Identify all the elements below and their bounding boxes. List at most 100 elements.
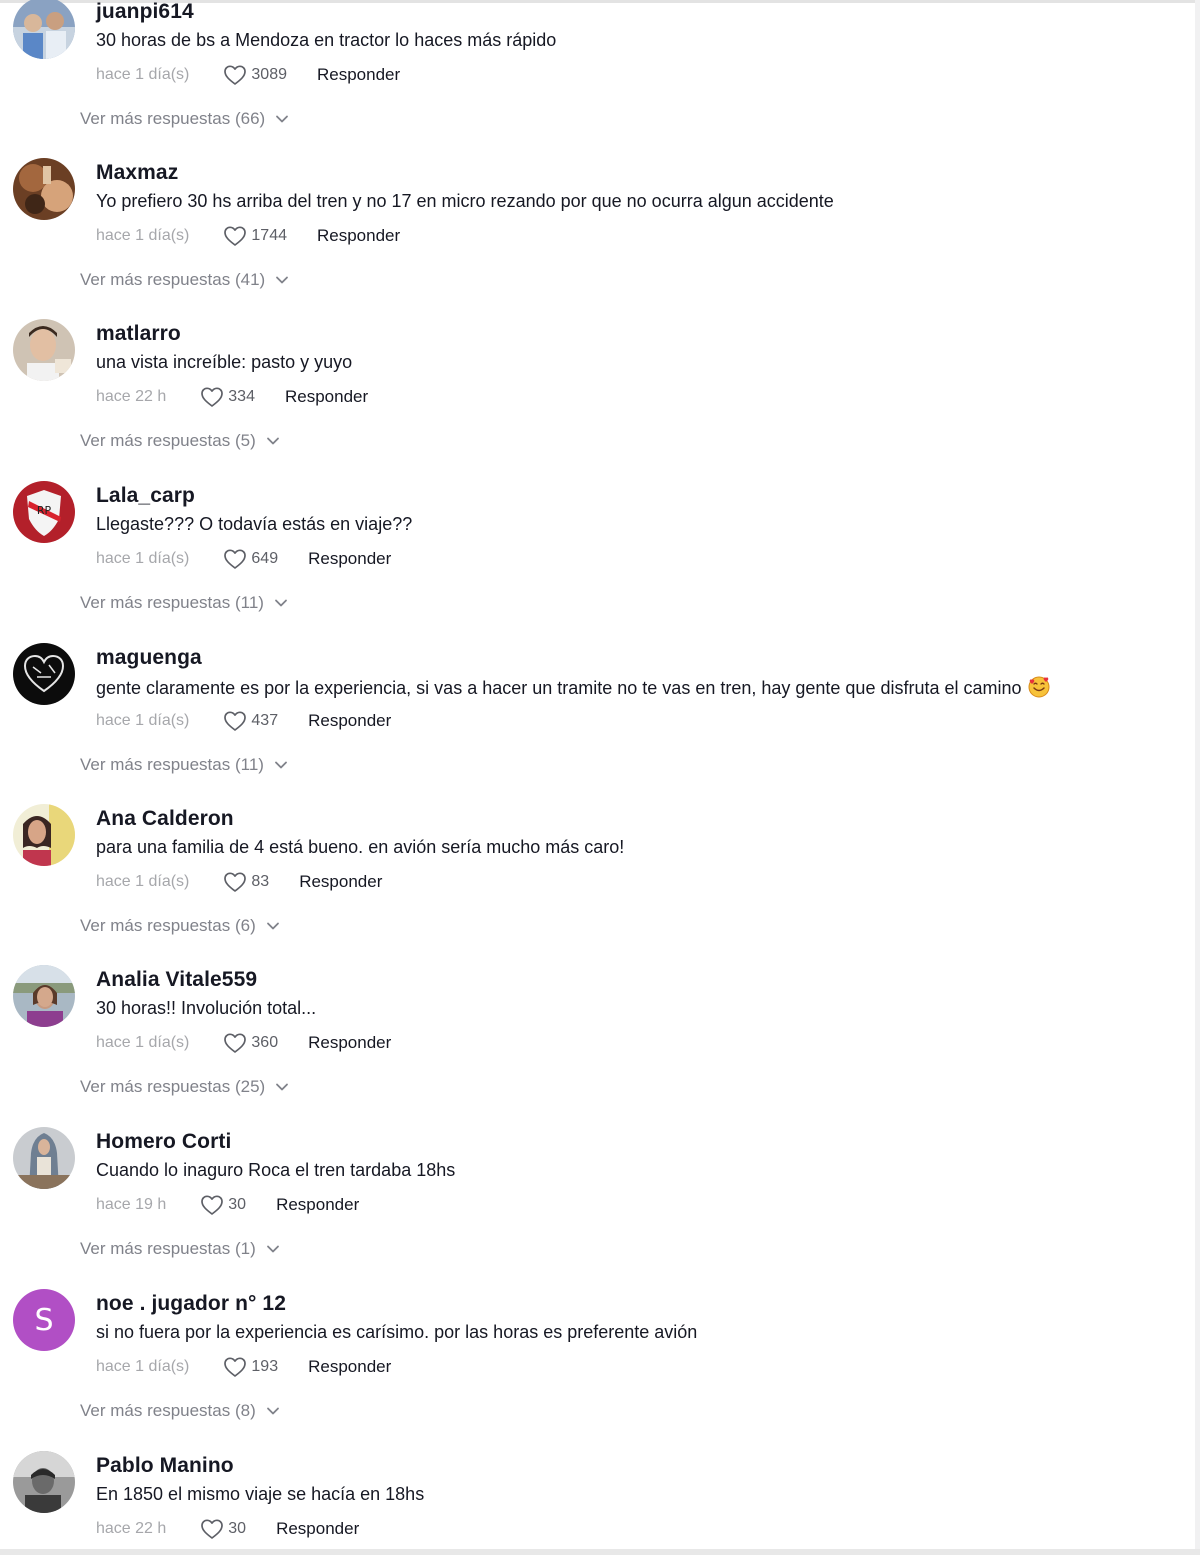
view-more-replies[interactable]: Ver más respuestas (5): [80, 431, 280, 451]
view-more-label: Ver más respuestas (25): [80, 1077, 266, 1096]
comment-text-content: gente claramente es por la experiencia, …: [96, 678, 1022, 698]
comment-username[interactable]: Pablo Manino: [96, 1454, 234, 1478]
like-count: 30: [228, 1196, 247, 1213]
avatar-image: RP: [13, 481, 75, 543]
reply-button[interactable]: Responder: [299, 872, 382, 892]
avatar-image: [13, 643, 75, 705]
like-count: 334: [228, 388, 255, 405]
reply-button[interactable]: Responder: [276, 1195, 359, 1215]
comment-item: Maxmaz Yo prefiero 30 hs arriba del tren…: [0, 158, 1195, 320]
like-button[interactable]: 437: [223, 710, 278, 732]
avatar[interactable]: [13, 804, 75, 866]
comment-meta: hace 1 día(s) 360 Responder: [96, 1031, 391, 1055]
reply-button[interactable]: Responder: [276, 1519, 359, 1539]
comment-username[interactable]: Maxmaz: [96, 161, 178, 185]
like-button[interactable]: 649: [223, 548, 278, 570]
comment-username[interactable]: matlarro: [96, 322, 181, 346]
chevron-down-icon: [276, 115, 289, 123]
reply-button[interactable]: Responder: [317, 65, 400, 85]
comment-username[interactable]: Lala_carp: [96, 484, 195, 508]
reply-button[interactable]: Responder: [308, 1033, 391, 1053]
comment-item: RP Lala_carp Llegaste??? O todavía estás…: [0, 481, 1195, 643]
avatar[interactable]: [13, 158, 75, 220]
heart-icon: [201, 1195, 224, 1215]
avatar[interactable]: S: [13, 1289, 75, 1351]
view-more-label: Ver más respuestas (5): [80, 431, 256, 450]
heart-icon: [224, 1357, 247, 1377]
avatar[interactable]: [13, 319, 75, 381]
view-more-label: Ver más respuestas (8): [80, 1401, 256, 1420]
comment-meta: hace 1 día(s) 3089 Responder: [96, 63, 400, 87]
view-more-replies[interactable]: Ver más respuestas (11): [80, 755, 288, 775]
avatar[interactable]: [13, 1451, 75, 1513]
reply-button[interactable]: Responder: [308, 711, 391, 731]
comment-timestamp: hace 1 día(s): [96, 550, 190, 567]
comment-text: 30 horas de bs a Mendoza en tractor lo h…: [96, 30, 557, 50]
view-more-replies[interactable]: Ver más respuestas (25): [80, 1077, 289, 1097]
like-count: 193: [251, 1358, 279, 1375]
like-button[interactable]: 334: [200, 386, 255, 408]
svg-text:RP: RP: [37, 504, 52, 517]
avatar[interactable]: [13, 965, 75, 1027]
comment-item: S noe . jugador n° 12 si no fuera por la…: [0, 1289, 1195, 1451]
like-count: 30: [228, 1520, 247, 1537]
like-button[interactable]: 3089: [223, 64, 287, 86]
view-more-replies[interactable]: Ver más respuestas (41): [80, 270, 289, 290]
like-count: 437: [251, 712, 279, 729]
heart-icon: [224, 1033, 247, 1053]
comment-text: Llegaste??? O todavía estás en viaje??: [96, 514, 413, 534]
view-more-replies[interactable]: Ver más respuestas (11): [80, 593, 288, 613]
like-count: 83: [251, 873, 270, 890]
comment-username[interactable]: Analia Vitale559: [96, 968, 257, 992]
avatar[interactable]: RP: [13, 481, 75, 543]
chevron-down-icon: [275, 599, 287, 607]
like-button[interactable]: 83: [223, 871, 269, 893]
comment-username[interactable]: Homero Corti: [96, 1130, 231, 1154]
comment-item: juanpi614 30 horas de bs a Mendoza en tr…: [0, 0, 1195, 159]
comment-text: En 1850 el mismo viaje se hacía en 18hs: [96, 1484, 425, 1504]
heart-icon: [224, 226, 247, 246]
comment-timestamp: hace 22 h: [96, 1520, 167, 1537]
avatar-image: [13, 1451, 75, 1513]
chevron-down-icon: [266, 1245, 279, 1253]
like-button[interactable]: 1744: [223, 225, 287, 247]
comment-timestamp: hace 1 día(s): [96, 66, 190, 83]
comment-item: matlarro una vista increíble: pasto y yu…: [0, 319, 1195, 481]
like-button[interactable]: 30: [200, 1518, 246, 1540]
comment-username[interactable]: juanpi614: [96, 0, 194, 24]
reply-button[interactable]: Responder: [308, 549, 391, 569]
avatar-image: [13, 158, 75, 220]
comment-username[interactable]: maguenga: [96, 646, 202, 670]
view-more-replies[interactable]: Ver más respuestas (6): [80, 916, 280, 936]
like-count: 360: [251, 1034, 279, 1051]
avatar-image: [13, 319, 75, 381]
view-more-replies[interactable]: Ver más respuestas (66): [80, 109, 289, 129]
view-more-label: Ver más respuestas (11): [80, 755, 264, 774]
view-more-label: Ver más respuestas (6): [80, 916, 256, 935]
heart-icon: [201, 1519, 224, 1539]
comment-meta: hace 22 h 334 Responder: [96, 385, 368, 409]
avatar[interactable]: [13, 1127, 75, 1189]
comment-item: Pablo Manino En 1850 el mismo viaje se h…: [0, 1451, 1195, 1551]
like-button[interactable]: 193: [223, 1356, 278, 1378]
reply-button[interactable]: Responder: [285, 387, 368, 407]
view-more-replies[interactable]: Ver más respuestas (1): [80, 1239, 280, 1259]
comment-meta: hace 1 día(s) 437 Responder: [96, 709, 391, 733]
reply-button[interactable]: Responder: [317, 226, 400, 246]
chevron-down-icon: [276, 276, 289, 284]
comment-text: 30 horas!! Involución total...: [96, 998, 317, 1018]
heart-icon: [224, 549, 247, 569]
avatar[interactable]: [13, 0, 75, 59]
chevron-down-icon: [275, 761, 287, 769]
comment-meta: hace 1 día(s) 649 Responder: [96, 547, 391, 571]
avatar-image: [13, 965, 75, 1027]
reply-button[interactable]: Responder: [308, 1357, 391, 1377]
comment-username[interactable]: Ana Calderon: [96, 807, 234, 831]
avatar[interactable]: [13, 643, 75, 705]
view-more-replies[interactable]: Ver más respuestas (8): [80, 1401, 280, 1421]
view-more-label: Ver más respuestas (66): [80, 109, 266, 128]
like-button[interactable]: 360: [223, 1032, 278, 1054]
comment-username[interactable]: noe . jugador n° 12: [96, 1292, 286, 1316]
like-button[interactable]: 30: [200, 1194, 246, 1216]
scrollbar-track[interactable]: [1195, 0, 1200, 1555]
